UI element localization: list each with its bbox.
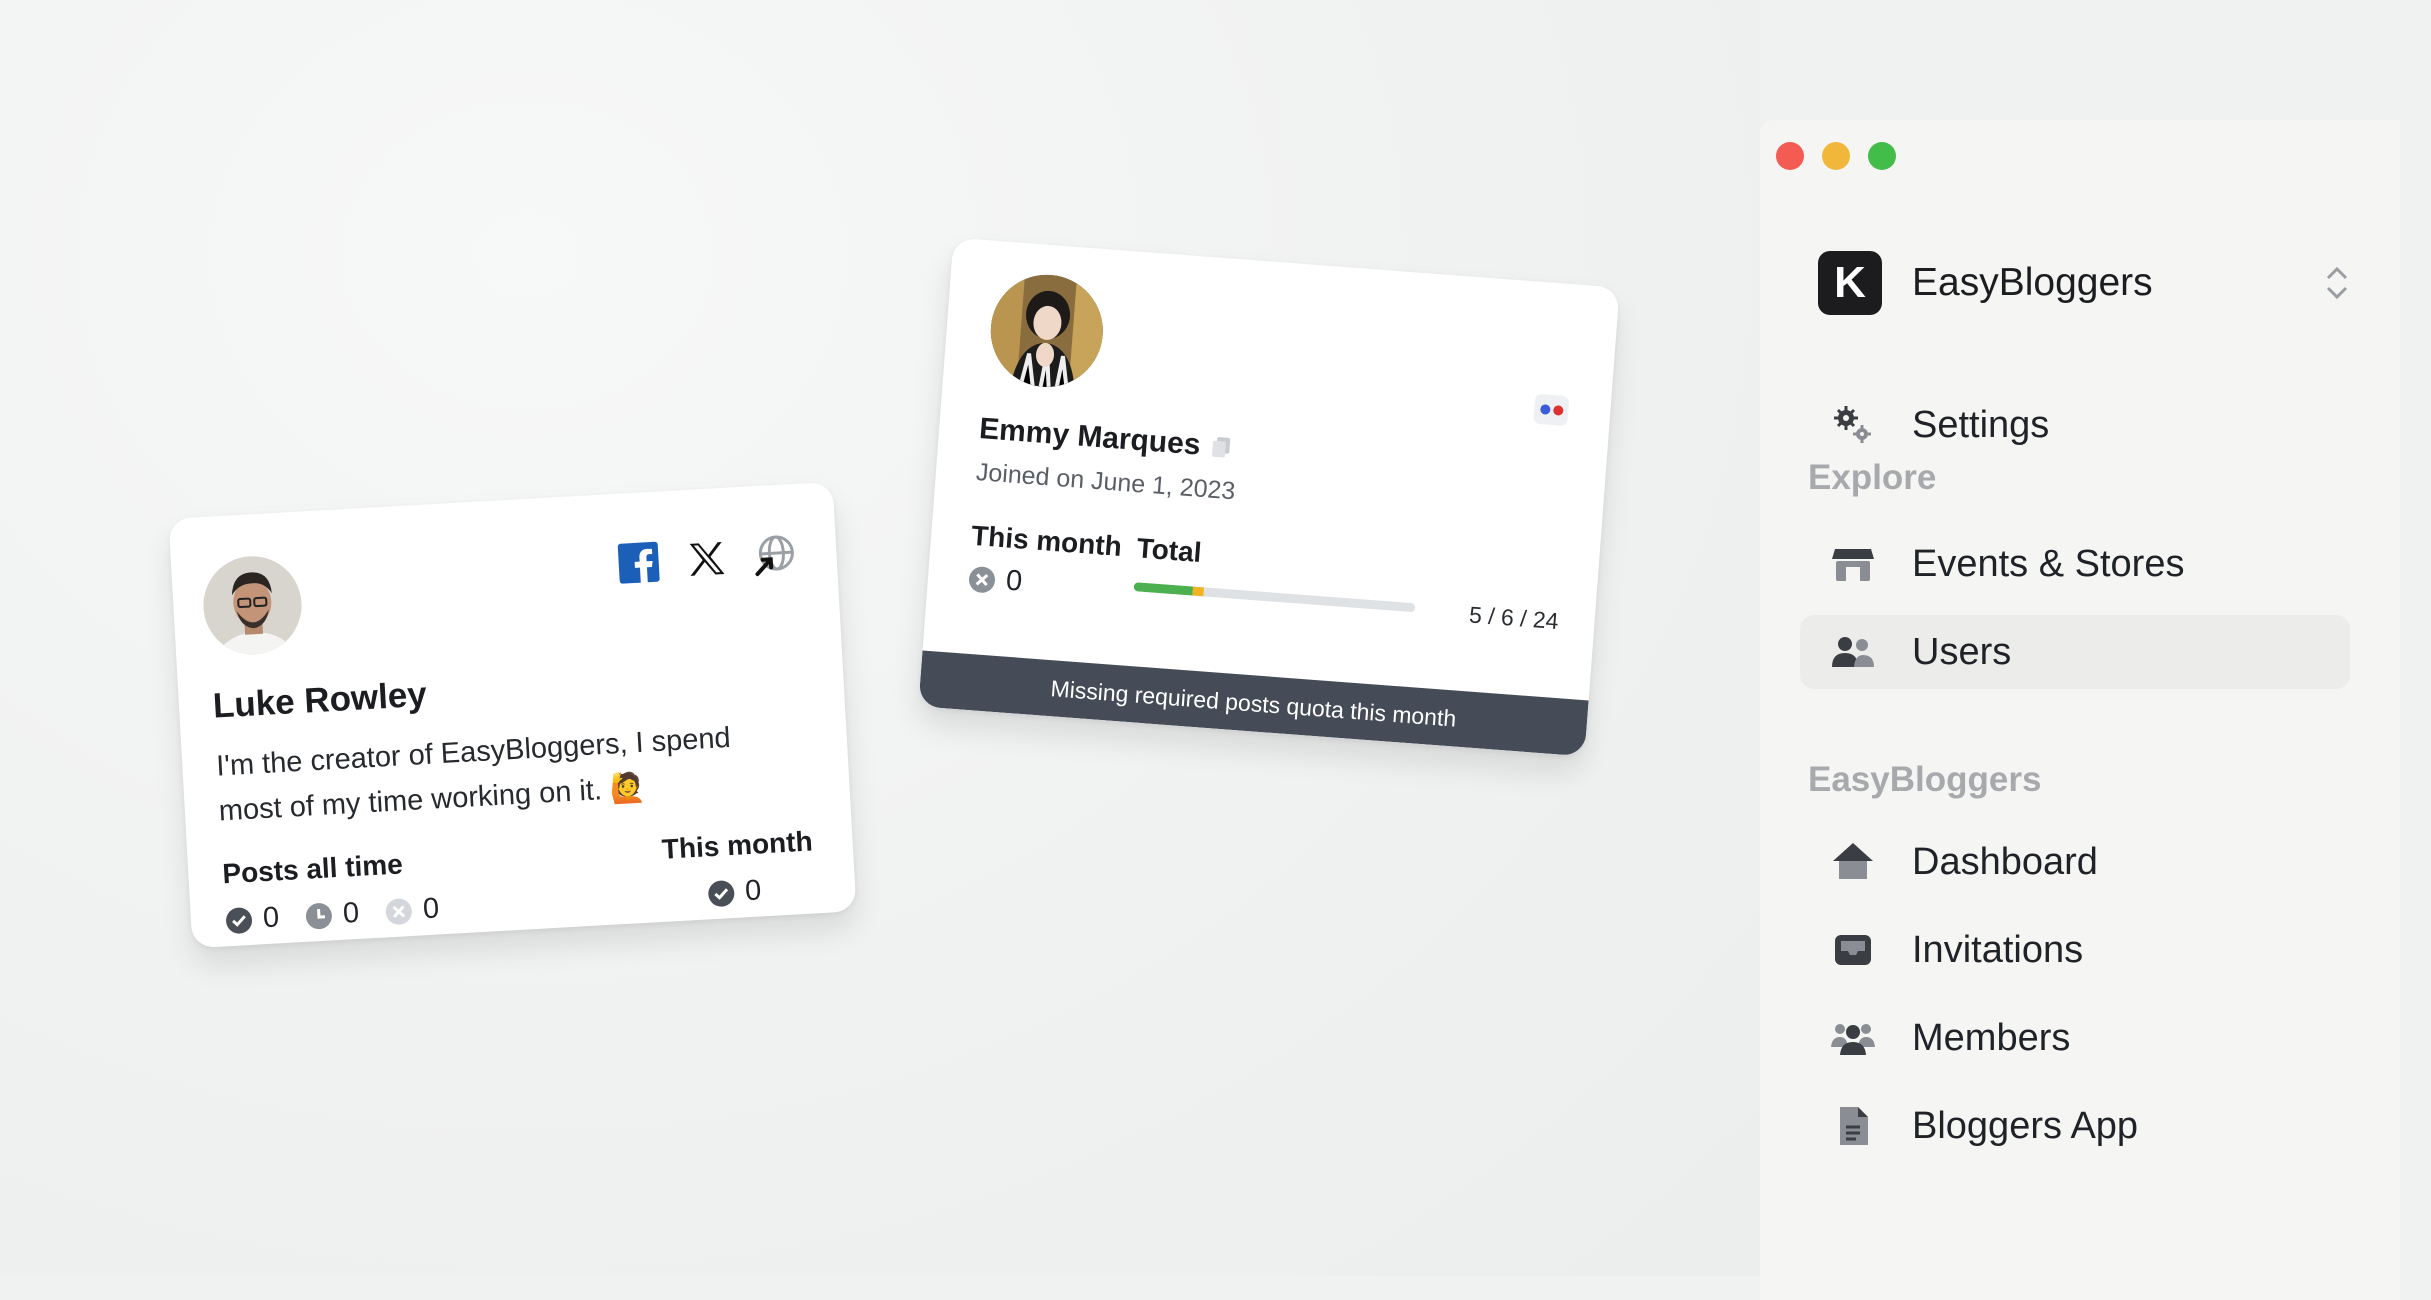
social-links [616, 532, 798, 586]
check-circle-icon [226, 907, 253, 934]
nav-invitations[interactable]: Invitations [1800, 913, 2350, 987]
members-icon [1831, 1024, 1875, 1055]
website-icon[interactable] [751, 532, 797, 578]
minimize-window-button[interactable] [1822, 142, 1850, 170]
facebook-icon[interactable] [616, 540, 662, 586]
close-window-button[interactable] [1776, 142, 1804, 170]
workspace-switcher[interactable]: K EasyBloggers [1818, 250, 2350, 316]
user-card-luke[interactable]: Luke Rowley I'm the creator of EasyBlogg… [168, 481, 857, 949]
month-rejected-count: 0 [1004, 564, 1024, 598]
user-name-row: Emmy Marques [978, 412, 1234, 465]
rejected-stat: 0 [384, 892, 440, 928]
nav-events-stores[interactable]: Events & Stores [1800, 527, 2350, 601]
avatar [200, 553, 305, 658]
this-month-stats: 0 [706, 874, 762, 910]
this-month-stats: 0 [967, 562, 1023, 599]
nav-bloggers-app-label: Bloggers App [1912, 1104, 2139, 1147]
x-circle-icon [969, 566, 996, 593]
progress-pending [1192, 586, 1205, 597]
nav-dashboard[interactable]: Dashboard [1800, 825, 2350, 899]
user-name: Luke Rowley [211, 674, 428, 726]
app-logo: K [1818, 251, 1882, 315]
total-label: Total [1135, 532, 1203, 569]
x-icon[interactable] [683, 536, 729, 582]
nav-members[interactable]: Members [1800, 1001, 2350, 1075]
avatar [986, 270, 1107, 391]
section-easybloggers: EasyBloggers [1808, 760, 2042, 799]
nav-settings-label: Settings [1912, 403, 2050, 446]
users-icon [1832, 637, 1874, 667]
quota-ratio: 5 / 6 / 24 [1468, 601, 1560, 635]
month-approved-stat: 0 [706, 874, 762, 910]
user-bio: I'm the creator of EasyBloggers, I spend… [215, 721, 732, 828]
workspace-name: EasyBloggers [1912, 261, 2153, 304]
progress-approved [1133, 582, 1194, 596]
nav-settings[interactable]: Settings [1800, 388, 2350, 462]
check-circle-icon [708, 880, 735, 907]
user-name: Emmy Marques [978, 412, 1202, 462]
section-explore: Explore [1808, 458, 1937, 497]
app-window: K EasyBloggers Settings Explore Events &… [1760, 120, 2400, 1300]
this-month-label: This month [660, 825, 814, 865]
approved-stat: 0 [224, 901, 280, 937]
home-icon [1833, 843, 1873, 879]
nav-dashboard-label: Dashboard [1912, 840, 2098, 883]
clock-icon [306, 902, 333, 929]
store-icon [1832, 549, 1874, 581]
gears-icon [1834, 406, 1871, 443]
window-controls [1776, 142, 1896, 170]
this-month-label: This month [970, 519, 1123, 563]
pending-count: 0 [342, 896, 360, 930]
nav-bloggers-app[interactable]: Bloggers App [1800, 1089, 2350, 1163]
maximize-window-button[interactable] [1868, 142, 1896, 170]
joined-date: Joined on June 1, 2023 [975, 458, 1237, 506]
copy-icon[interactable] [1209, 434, 1233, 460]
x-circle-icon [386, 898, 413, 925]
month-rejected-stat: 0 [967, 562, 1023, 599]
inbox-icon [1835, 935, 1871, 965]
document-icon [1840, 1107, 1868, 1145]
chevron-up-down-icon [2326, 266, 2348, 300]
posts-all-time-label: Posts all time [221, 848, 404, 890]
quota-progress-bar [1133, 582, 1416, 613]
user-card-emmy[interactable]: Emmy Marques Joined on June 1, 2023 This… [918, 237, 1620, 757]
nav-events-stores-label: Events & Stores [1912, 542, 2185, 585]
country-flag-icon [1533, 393, 1570, 427]
pending-stat: 0 [304, 897, 360, 933]
approved-count: 0 [262, 901, 280, 935]
nav-users-label: Users [1912, 630, 2012, 673]
posts-all-time-stats: 0 0 0 [224, 892, 440, 937]
rejected-count: 0 [422, 892, 440, 926]
nav-members-label: Members [1912, 1016, 2071, 1059]
nav-users[interactable]: Users [1800, 615, 2350, 689]
nav-invitations-label: Invitations [1912, 928, 2084, 971]
month-approved-count: 0 [744, 874, 763, 908]
